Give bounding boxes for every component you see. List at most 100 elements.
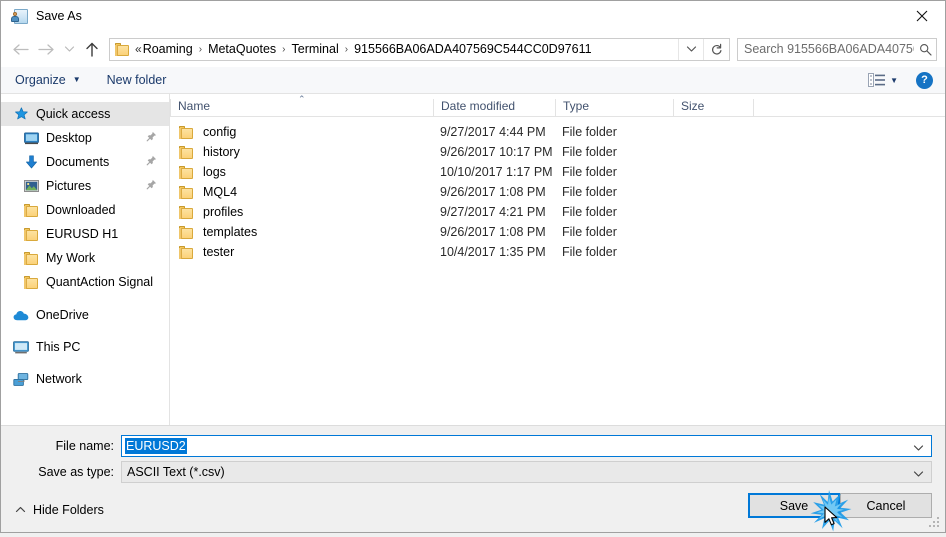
view-dropdown-icon[interactable]: ▼	[890, 76, 898, 85]
recent-locations-icon[interactable]	[59, 36, 79, 62]
navigation-bar: « Roaming › MetaQuotes › Terminal › 9155…	[1, 31, 945, 67]
address-dropdown-icon[interactable]	[678, 39, 703, 60]
file-date: 10/10/2017 1:17 PM	[433, 165, 555, 179]
new-folder-button[interactable]: New folder	[107, 73, 167, 87]
chevron-down-icon[interactable]	[913, 441, 924, 455]
table-row[interactable]: history 9/26/2017 10:17 PM File folder	[170, 142, 945, 162]
save-as-dialog: Save As « Roaming › MetaQuotes	[0, 0, 946, 533]
file-name-cell: profiles	[170, 205, 433, 219]
search-icon	[914, 43, 936, 56]
title-bar: Save As	[1, 1, 945, 31]
hide-folders-button[interactable]: Hide Folders	[15, 503, 104, 517]
onedrive-icon	[13, 307, 29, 323]
sidebar-item-downloaded[interactable]: Downloaded	[1, 198, 169, 222]
table-row[interactable]: tester 10/4/2017 1:35 PM File folder	[170, 242, 945, 262]
organize-button[interactable]: Organize ▼	[15, 73, 81, 87]
file-date: 9/27/2017 4:44 PM	[433, 125, 555, 139]
pin-icon[interactable]	[146, 179, 157, 193]
sidebar-item-my-work[interactable]: My Work	[1, 246, 169, 270]
help-button[interactable]: ?	[916, 72, 933, 89]
save-as-icon	[11, 8, 27, 24]
cancel-button[interactable]: Cancel	[840, 493, 932, 518]
file-type: File folder	[555, 245, 673, 259]
table-row[interactable]: config 9/27/2017 4:44 PM File folder	[170, 122, 945, 142]
close-icon[interactable]	[899, 1, 945, 31]
column-header-date-modified[interactable]: Date modified	[433, 99, 555, 116]
sidebar-item-network[interactable]: Network	[1, 367, 169, 391]
file-date: 9/26/2017 1:08 PM	[433, 185, 555, 199]
save-as-type-select[interactable]: ASCII Text (*.csv)	[121, 461, 932, 483]
folder-icon	[23, 250, 39, 266]
breadcrumb-item-3[interactable]: 915566BA06ADA407569C544CC0D97611	[354, 42, 591, 56]
breadcrumb-sep-2[interactable]: ›	[345, 44, 348, 55]
breadcrumb-sep-0[interactable]: ›	[199, 44, 202, 55]
breadcrumb-sep-1[interactable]: ›	[282, 44, 285, 55]
file-name: config	[203, 125, 236, 139]
sidebar-item-label: Network	[36, 372, 82, 386]
folder-icon	[179, 166, 194, 179]
folder-icon	[179, 126, 194, 139]
command-bar: Organize ▼ New folder ▼ ?	[1, 67, 945, 94]
file-name-label: File name:	[1, 439, 121, 453]
star-icon	[13, 106, 29, 122]
file-date: 9/27/2017 4:21 PM	[433, 205, 555, 219]
save-button-wrap: Save	[748, 493, 840, 518]
sort-ascending-icon: ⌃	[298, 95, 306, 104]
arrow-right-icon[interactable]	[33, 36, 59, 62]
folder-icon	[179, 186, 194, 199]
file-type-row: Save as type: ASCII Text (*.csv)	[1, 461, 945, 483]
save-button[interactable]: Save	[748, 493, 840, 518]
search-box[interactable]: Search 915566BA06ADA40756...	[737, 38, 937, 61]
breadcrumb-overflow[interactable]: «	[135, 42, 141, 56]
sidebar-item-desktop[interactable]: Desktop	[1, 126, 169, 150]
folder-icon	[23, 202, 39, 218]
folder-icon	[179, 146, 194, 159]
arrow-left-icon[interactable]	[7, 36, 33, 62]
address-bar[interactable]: « Roaming › MetaQuotes › Terminal › 9155…	[109, 38, 730, 61]
file-name-input[interactable]: EURUSD2	[121, 435, 932, 457]
sidebar-item-label: QuantAction Signal	[46, 275, 153, 289]
table-row[interactable]: logs 10/10/2017 1:17 PM File folder	[170, 162, 945, 182]
sidebar-item-pictures[interactable]: Pictures	[1, 174, 169, 198]
refresh-icon[interactable]	[703, 39, 729, 60]
file-name-cell: MQL4	[170, 185, 433, 199]
sidebar-item-eurusd-h1[interactable]: EURUSD H1	[1, 222, 169, 246]
sidebar-item-quantaction-signal[interactable]: QuantAction Signal	[1, 270, 169, 294]
file-name-cell: templates	[170, 225, 433, 239]
file-name-cell: logs	[170, 165, 433, 179]
file-name: MQL4	[203, 185, 237, 199]
folder-icon	[179, 206, 194, 219]
breadcrumb-item-2[interactable]: Terminal	[292, 42, 339, 56]
pin-icon[interactable]	[146, 155, 157, 169]
breadcrumb-item-1[interactable]: MetaQuotes	[208, 42, 276, 56]
network-icon	[13, 371, 29, 387]
sidebar-item-quick-access[interactable]: Quick access	[1, 102, 169, 126]
search-input[interactable]: Search 915566BA06ADA40756...	[744, 42, 914, 56]
download-arrow-icon	[23, 154, 39, 170]
view-list-icon[interactable]	[868, 73, 886, 87]
table-row[interactable]: MQL4 9/26/2017 1:08 PM File folder	[170, 182, 945, 202]
breadcrumb-item-0[interactable]: Roaming	[143, 42, 193, 56]
chevron-down-icon: ▼	[73, 76, 81, 84]
arrow-up-icon[interactable]	[79, 36, 105, 62]
pin-icon[interactable]	[146, 131, 157, 145]
table-row[interactable]: profiles 9/27/2017 4:21 PM File folder	[170, 202, 945, 222]
column-header-size[interactable]: Size	[673, 99, 753, 116]
file-name: templates	[203, 225, 257, 239]
sidebar-item-documents[interactable]: Documents	[1, 150, 169, 174]
sidebar-item-onedrive[interactable]: OneDrive	[1, 303, 169, 327]
resize-grip[interactable]	[929, 517, 941, 529]
table-row[interactable]: templates 9/26/2017 1:08 PM File folder	[170, 222, 945, 242]
footer-buttons: Save Cancel	[748, 493, 932, 518]
dialog-body: Quick access Desktop Documents	[1, 94, 945, 425]
hide-folders-label: Hide Folders	[33, 503, 104, 517]
desktop-icon	[23, 130, 39, 146]
file-name-cell: history	[170, 145, 433, 159]
chevron-down-icon[interactable]	[913, 467, 924, 481]
column-header-type[interactable]: Type	[555, 99, 673, 116]
folder-icon	[115, 43, 130, 56]
file-type: File folder	[555, 165, 673, 179]
file-name-cell: tester	[170, 245, 433, 259]
cancel-button-label: Cancel	[867, 499, 906, 513]
sidebar-item-this-pc[interactable]: This PC	[1, 335, 169, 359]
